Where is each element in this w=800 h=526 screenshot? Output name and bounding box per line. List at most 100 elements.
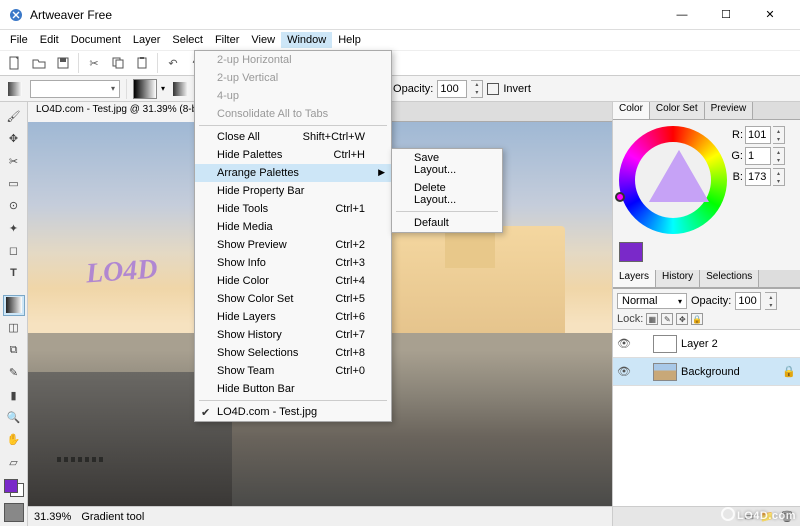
close-button[interactable]: ✕ bbox=[748, 1, 792, 29]
gradient-preview-swatch[interactable] bbox=[133, 79, 157, 99]
text-tool-icon[interactable]: T bbox=[3, 263, 25, 283]
submenu-item-delete-layout-[interactable]: Delete Layout... bbox=[392, 179, 502, 209]
menu-item-hide-palettes[interactable]: Hide PalettesCtrl+H bbox=[195, 146, 391, 164]
g-label: G: bbox=[731, 150, 743, 162]
menu-view[interactable]: View bbox=[245, 32, 281, 48]
lasso-tool-icon[interactable]: ⊙ bbox=[3, 196, 25, 216]
opacity-spinner[interactable]: ▴▾ bbox=[471, 80, 483, 98]
invert-checkbox[interactable] bbox=[487, 83, 499, 95]
document-tab[interactable]: LO4D.com - Test.jpg @ 31.39% (8-bit bbox=[28, 102, 211, 122]
menu-item-show-preview[interactable]: Show PreviewCtrl+2 bbox=[195, 236, 391, 254]
layer-name: Background bbox=[681, 366, 778, 378]
layer-item[interactable]: 👁 Layer 2 bbox=[613, 330, 800, 358]
tab-selections[interactable]: Selections bbox=[700, 270, 759, 287]
g-input[interactable]: 1 bbox=[745, 147, 771, 165]
current-color-swatch[interactable] bbox=[619, 242, 643, 262]
gradient-tool-icon-side[interactable] bbox=[3, 295, 25, 316]
color-wheel[interactable] bbox=[619, 126, 727, 234]
lock-all-icon[interactable]: 🔒 bbox=[691, 313, 703, 325]
bucket-tool-icon[interactable]: ▮ bbox=[3, 385, 25, 405]
menu-help[interactable]: Help bbox=[332, 32, 367, 48]
opacity-input[interactable]: 100 bbox=[437, 80, 467, 98]
rgb-inputs: R:101▴▾ G:1▴▾ B:173▴▾ bbox=[731, 126, 787, 264]
minimize-button[interactable]: — bbox=[660, 1, 704, 29]
menubar: File Edit Document Layer Select Filter V… bbox=[0, 30, 800, 50]
maximize-button[interactable]: ☐ bbox=[704, 1, 748, 29]
copy-icon[interactable] bbox=[107, 52, 129, 74]
layer-item[interactable]: 👁 Background 🔒 bbox=[613, 358, 800, 386]
menu-item-hide-property-bar[interactable]: Hide Property Bar bbox=[195, 182, 391, 200]
eye-icon[interactable]: 👁 bbox=[617, 365, 631, 378]
perspective-tool-icon[interactable]: ▱ bbox=[3, 452, 25, 472]
r-input[interactable]: 101 bbox=[745, 126, 771, 144]
menu-edit[interactable]: Edit bbox=[34, 32, 65, 48]
hue-indicator-icon[interactable] bbox=[615, 192, 625, 202]
watermark: LO4D.com bbox=[721, 507, 796, 522]
menu-item-consolidate-all-to-tabs: Consolidate All to Tabs bbox=[195, 105, 391, 123]
tab-color-set[interactable]: Color Set bbox=[650, 102, 705, 119]
opacity-label: Opacity: bbox=[393, 83, 433, 95]
eyedropper-tool-icon[interactable]: ✎ bbox=[3, 362, 25, 382]
layer-opacity-label: Opacity: bbox=[691, 295, 731, 307]
menu-window[interactable]: Window bbox=[281, 32, 332, 48]
menu-item-close-all[interactable]: Close AllShift+Ctrl+W bbox=[195, 128, 391, 146]
menu-item-show-selections[interactable]: Show SelectionsCtrl+8 bbox=[195, 344, 391, 362]
menu-item-show-color-set[interactable]: Show Color SetCtrl+5 bbox=[195, 290, 391, 308]
g-spinner[interactable]: ▴▾ bbox=[773, 147, 785, 165]
r-spinner[interactable]: ▴▾ bbox=[773, 126, 785, 144]
lock-move-icon[interactable]: ✥ bbox=[676, 313, 688, 325]
brush-tool-icon[interactable]: 🖌 bbox=[3, 106, 25, 126]
shape-tool-icon[interactable]: ◻ bbox=[3, 241, 25, 261]
b-input[interactable]: 173 bbox=[745, 168, 771, 186]
layer-blend-mode-select[interactable]: Normal▾ bbox=[617, 293, 687, 309]
menu-item-lo4d-com-test-jpg[interactable]: ✔LO4D.com - Test.jpg bbox=[195, 403, 391, 421]
invert-label: Invert bbox=[503, 83, 531, 95]
lock-label: Lock: bbox=[617, 313, 643, 325]
crop-tool-icon[interactable]: ✂ bbox=[3, 151, 25, 171]
layer-thumbnail bbox=[653, 335, 677, 353]
menu-item-hide-layers[interactable]: Hide LayersCtrl+6 bbox=[195, 308, 391, 326]
menu-layer[interactable]: Layer bbox=[127, 32, 167, 48]
menu-item-arrange-palettes[interactable]: Arrange Palettes▶ bbox=[195, 164, 391, 182]
cut-icon[interactable]: ✂ bbox=[83, 52, 105, 74]
submenu-item-save-layout-[interactable]: Save Layout... bbox=[392, 149, 502, 179]
color-swatches[interactable] bbox=[4, 479, 24, 498]
menu-item-show-info[interactable]: Show InfoCtrl+3 bbox=[195, 254, 391, 272]
menu-item-hide-media[interactable]: Hide Media bbox=[195, 218, 391, 236]
b-spinner[interactable]: ▴▾ bbox=[773, 168, 785, 186]
wand-tool-icon[interactable]: ✦ bbox=[3, 218, 25, 238]
tab-layers[interactable]: Layers bbox=[613, 270, 656, 287]
layer-opacity-spinner[interactable]: ▴▾ bbox=[765, 292, 777, 310]
menu-item-hide-color[interactable]: Hide ColorCtrl+4 bbox=[195, 272, 391, 290]
save-file-icon[interactable] bbox=[52, 52, 74, 74]
open-file-icon[interactable] bbox=[28, 52, 50, 74]
menu-item-hide-tools[interactable]: Hide ToolsCtrl+1 bbox=[195, 200, 391, 218]
menu-filter[interactable]: Filter bbox=[209, 32, 245, 48]
zoom-tool-icon[interactable]: 🔍 bbox=[3, 407, 25, 427]
prop-preset-select[interactable]: ▾ bbox=[30, 80, 120, 98]
menu-document[interactable]: Document bbox=[65, 32, 127, 48]
tab-history[interactable]: History bbox=[656, 270, 700, 287]
lock-pixels-icon[interactable]: ▦ bbox=[646, 313, 658, 325]
stamp-tool-icon[interactable]: ⧉ bbox=[3, 340, 25, 360]
zoom-display[interactable]: 31.39% bbox=[34, 511, 71, 523]
move-tool-icon[interactable]: ✥ bbox=[3, 128, 25, 148]
gradient-linear-icon[interactable] bbox=[169, 78, 191, 100]
undo-icon[interactable]: ↶ bbox=[162, 52, 184, 74]
submenu-item-default[interactable]: Default bbox=[392, 214, 502, 232]
tab-color[interactable]: Color bbox=[613, 102, 650, 119]
hand-tool-icon[interactable]: ✋ bbox=[3, 430, 25, 450]
marquee-tool-icon[interactable]: ▭ bbox=[3, 173, 25, 193]
menu-file[interactable]: File bbox=[4, 32, 34, 48]
paste-icon[interactable] bbox=[131, 52, 153, 74]
menu-item-show-team[interactable]: Show TeamCtrl+0 bbox=[195, 362, 391, 380]
layer-opacity-input[interactable]: 100 bbox=[735, 292, 761, 310]
lock-brush-icon[interactable]: ✎ bbox=[661, 313, 673, 325]
menu-item-show-history[interactable]: Show HistoryCtrl+7 bbox=[195, 326, 391, 344]
new-file-icon[interactable] bbox=[4, 52, 26, 74]
eye-icon[interactable]: 👁 bbox=[617, 337, 631, 350]
menu-item-hide-button-bar[interactable]: Hide Button Bar bbox=[195, 380, 391, 398]
tab-preview[interactable]: Preview bbox=[705, 102, 754, 119]
eraser-tool-icon[interactable]: ◫ bbox=[3, 318, 25, 338]
menu-select[interactable]: Select bbox=[166, 32, 209, 48]
